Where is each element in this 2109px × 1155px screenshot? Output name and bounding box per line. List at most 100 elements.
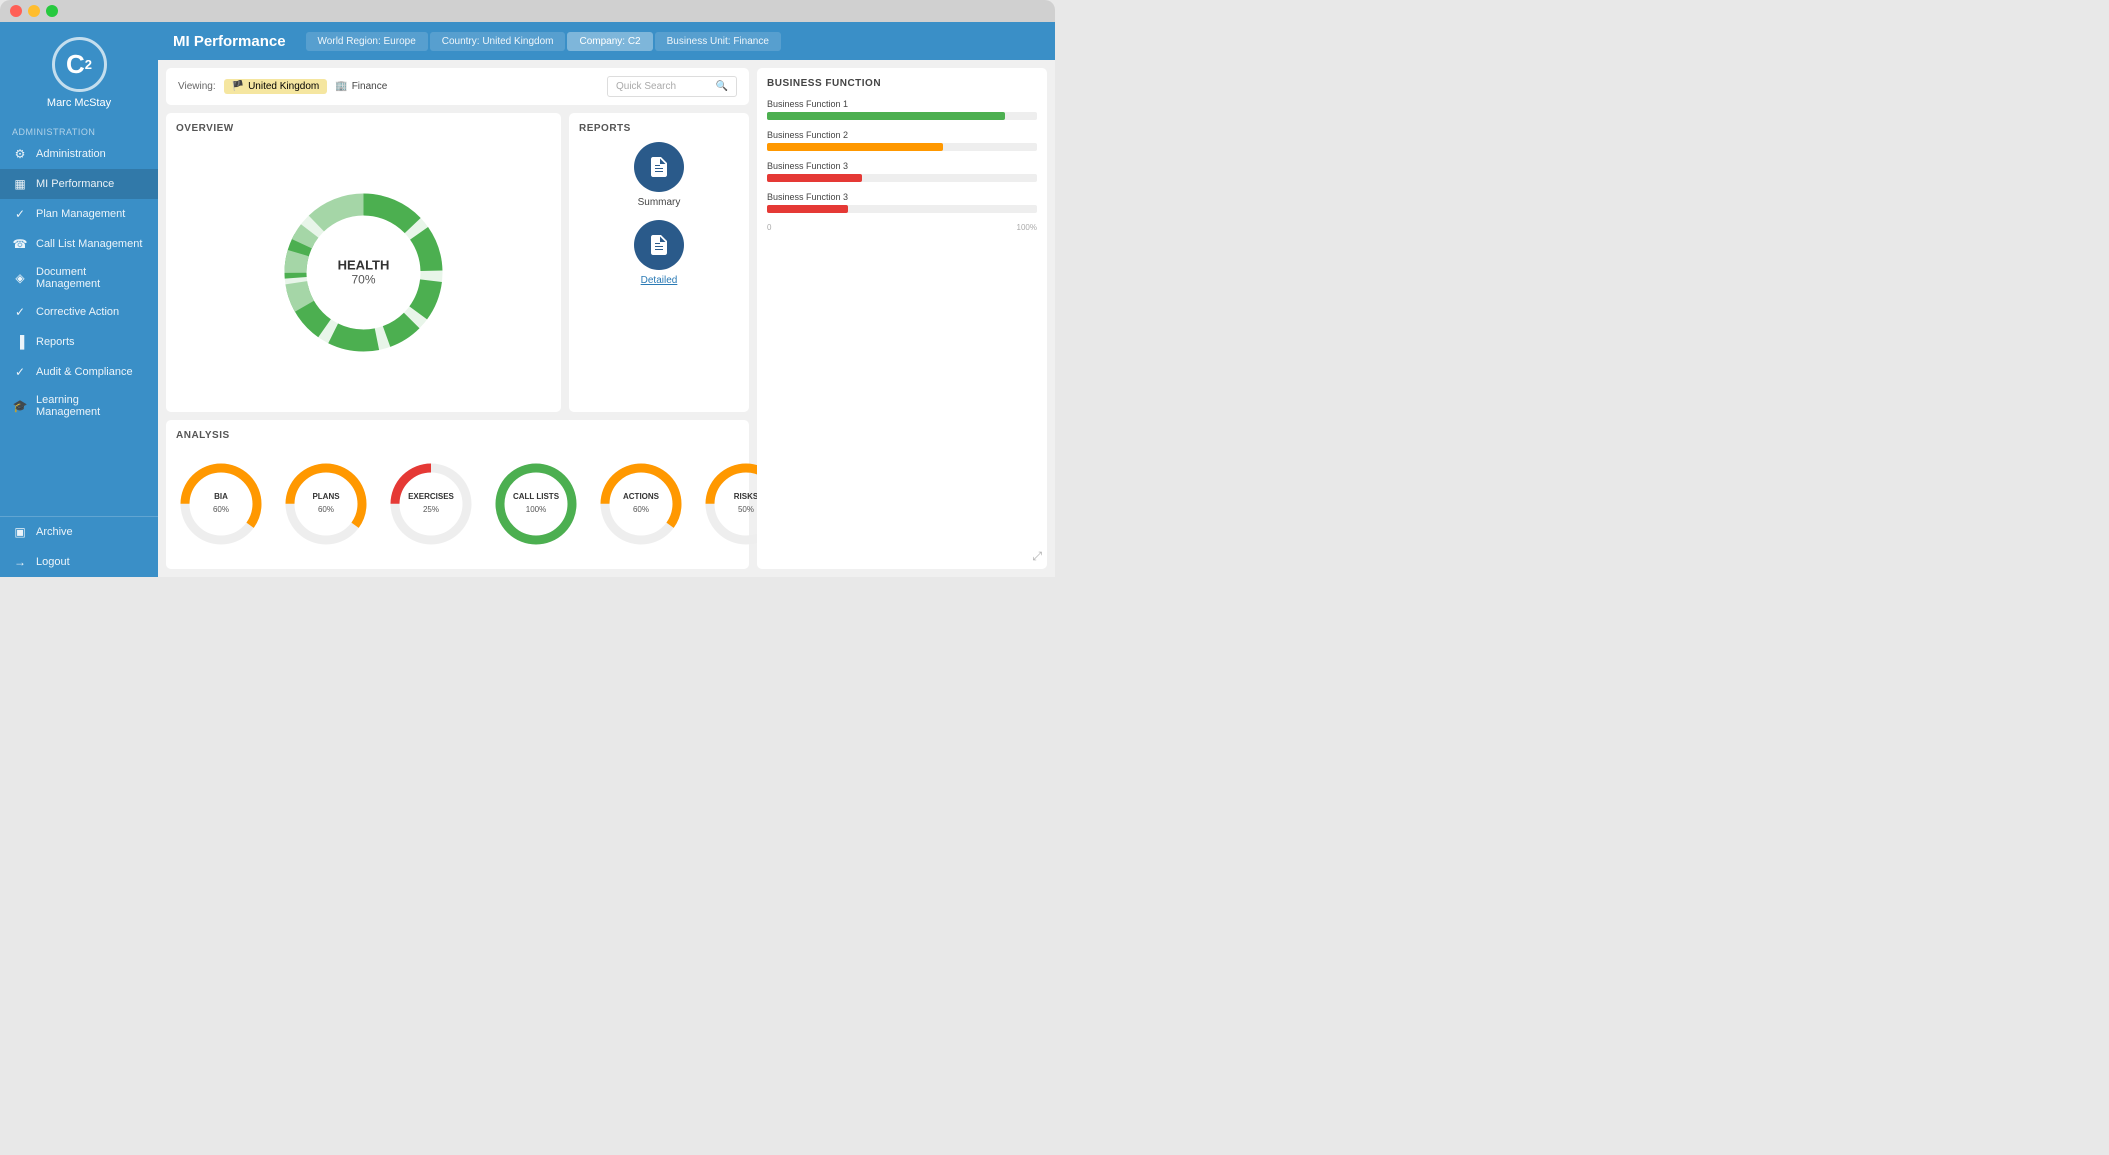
learning-icon: 🎓 xyxy=(12,398,28,414)
bf-title: BUSINESS FUNCTION xyxy=(767,78,1037,89)
report-summary-label: Summary xyxy=(638,197,681,208)
viewing-label: Viewing: xyxy=(178,81,216,92)
bf-bar-track xyxy=(767,143,1037,151)
report-item-detailed[interactable]: Detailed xyxy=(579,220,739,286)
close-button[interactable] xyxy=(10,5,22,17)
document-icon: ◈ xyxy=(12,270,28,286)
breadcrumb-company[interactable]: Company: C2 xyxy=(567,32,652,51)
mini-donut-item: PLANS 60% xyxy=(281,459,371,549)
audit-icon: ✓ xyxy=(12,364,28,380)
analysis-charts: BIA 60% PLANS 60% EXERCISES 25% xyxy=(176,449,739,559)
flag-icon: 🏴 xyxy=(232,81,244,92)
viewing-tag-finance[interactable]: 🏢 Finance xyxy=(335,81,387,92)
bf-bar-fill xyxy=(767,143,943,151)
report-detailed-label[interactable]: Detailed xyxy=(641,275,678,286)
sidebar-bottom: ▣ Archive → Logout xyxy=(0,516,158,577)
panels-row: OVERVIEW xyxy=(166,113,749,412)
report-summary-icon xyxy=(634,142,684,192)
search-box[interactable]: Quick Search 🔍 xyxy=(607,76,737,97)
sidebar-logo: C2 Marc McStay xyxy=(0,22,158,119)
bf-bar-fill xyxy=(767,174,862,182)
archive-icon: ▣ xyxy=(12,524,28,540)
app: C2 Marc McStay Administration ⚙ Administ… xyxy=(0,22,1055,577)
svg-text:PLANS: PLANS xyxy=(312,492,340,501)
bf-item: Business Function 3 xyxy=(767,161,1037,182)
bf-bar-track xyxy=(767,205,1037,213)
corrective-icon: ✓ xyxy=(12,304,28,320)
breadcrumb-world-region[interactable]: World Region: Europe xyxy=(306,32,428,51)
bf-item-name: Business Function 3 xyxy=(767,161,1037,171)
breadcrumb-business-unit[interactable]: Business Unit: Finance xyxy=(655,32,781,51)
svg-text:RISKS: RISKS xyxy=(734,492,759,501)
mini-donut-container: PLANS 60% xyxy=(281,459,371,549)
sidebar-username: Marc McStay xyxy=(47,97,111,109)
overview-title: OVERVIEW xyxy=(176,123,551,134)
reports-panel: REPORTS Summary xyxy=(569,113,749,412)
topbar-title: MI Performance xyxy=(173,33,286,50)
sidebar-item-corrective[interactable]: ✓ Corrective Action xyxy=(0,297,158,327)
grid-icon: ▦ xyxy=(12,176,28,192)
svg-text:CALL LISTS: CALL LISTS xyxy=(513,492,560,501)
sidebar-item-logout[interactable]: → Logout xyxy=(0,547,158,577)
bf-item-name: Business Function 1 xyxy=(767,99,1037,109)
overview-panel: OVERVIEW xyxy=(166,113,561,412)
maximize-button[interactable] xyxy=(46,5,58,17)
expand-button[interactable]: ⤢ xyxy=(1032,549,1042,564)
health-pct: 70% xyxy=(338,273,390,287)
sidebar-item-reports[interactable]: ▐ Reports xyxy=(0,327,158,357)
bf-item-name: Business Function 3 xyxy=(767,192,1037,202)
window-chrome xyxy=(0,0,1055,22)
sidebar-item-archive[interactable]: ▣ Archive xyxy=(0,517,158,547)
left-panel: Viewing: 🏴 United Kingdom 🏢 Finance Quic… xyxy=(166,68,749,569)
mini-donut-item: CALL LISTS 100% xyxy=(491,459,581,549)
analysis-title: ANALYSIS xyxy=(176,430,739,441)
bf-items: Business Function 1 Business Function 2 … xyxy=(767,99,1037,213)
mini-donut-svg: ACTIONS 60% xyxy=(596,459,686,549)
building-icon: 🏢 xyxy=(335,81,347,92)
sidebar: C2 Marc McStay Administration ⚙ Administ… xyxy=(0,22,158,577)
breadcrumb-country[interactable]: Country: United Kingdom xyxy=(430,32,566,51)
mini-donut-item: BIA 60% xyxy=(176,459,266,549)
bf-bar-fill xyxy=(767,112,1005,120)
mini-donut-svg: EXERCISES 25% xyxy=(386,459,476,549)
phone-icon: ☎ xyxy=(12,236,28,252)
sidebar-item-call-list[interactable]: ☎ Call List Management xyxy=(0,229,158,259)
mini-donut-container: ACTIONS 60% xyxy=(596,459,686,549)
plan-icon: ✓ xyxy=(12,206,28,222)
sidebar-item-administration[interactable]: ⚙ Administration xyxy=(0,139,158,169)
bf-item: Business Function 2 xyxy=(767,130,1037,151)
mini-donut-svg: CALL LISTS 100% xyxy=(491,459,581,549)
svg-text:EXERCISES: EXERCISES xyxy=(408,492,454,501)
minimize-button[interactable] xyxy=(28,5,40,17)
sidebar-item-mi-performance[interactable]: ▦ MI Performance xyxy=(0,169,158,199)
svg-text:ACTIONS: ACTIONS xyxy=(623,492,660,501)
svg-text:BIA: BIA xyxy=(214,492,228,501)
reports-icon: ▐ xyxy=(12,334,28,350)
mini-donut-container: BIA 60% xyxy=(176,459,266,549)
gear-icon: ⚙ xyxy=(12,146,28,162)
search-icon: 🔍 xyxy=(716,81,728,92)
bf-axis: 0 100% xyxy=(767,223,1037,232)
report-item-summary[interactable]: Summary xyxy=(579,142,739,208)
bf-item-name: Business Function 2 xyxy=(767,130,1037,140)
business-function-panel: BUSINESS FUNCTION Business Function 1 Bu… xyxy=(757,68,1047,569)
logout-icon: → xyxy=(12,554,28,570)
viewing-tag-uk[interactable]: 🏴 United Kingdom xyxy=(224,79,328,94)
reports-title: REPORTS xyxy=(579,123,739,134)
svg-text:50%: 50% xyxy=(738,505,754,514)
health-donut: HEALTH 70% xyxy=(271,180,456,365)
donut-label: HEALTH 70% xyxy=(338,258,390,287)
mini-donut-svg: PLANS 60% xyxy=(281,459,371,549)
mini-donut-container: EXERCISES 25% xyxy=(386,459,476,549)
bf-item: Business Function 3 xyxy=(767,192,1037,213)
bf-bar-fill xyxy=(767,205,848,213)
sidebar-item-learning[interactable]: 🎓 Learning Management xyxy=(0,387,158,425)
svg-text:25%: 25% xyxy=(423,505,439,514)
sidebar-item-document[interactable]: ◈ Document Management xyxy=(0,259,158,297)
sidebar-item-audit[interactable]: ✓ Audit & Compliance xyxy=(0,357,158,387)
search-placeholder: Quick Search xyxy=(616,81,676,92)
content-area: Viewing: 🏴 United Kingdom 🏢 Finance Quic… xyxy=(158,60,1055,577)
sidebar-item-plan-management[interactable]: ✓ Plan Management xyxy=(0,199,158,229)
svg-text:60%: 60% xyxy=(633,505,649,514)
bf-bar-track xyxy=(767,174,1037,182)
